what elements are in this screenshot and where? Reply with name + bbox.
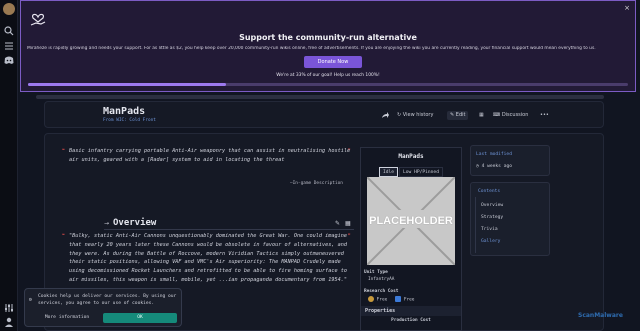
quote-open-icon: ❝ (62, 233, 65, 239)
cookie-ok-button[interactable]: OK (103, 313, 177, 323)
site-logo[interactable] (3, 3, 15, 15)
search-icon[interactable] (3, 25, 15, 37)
research-cost-values: Free Free (368, 296, 414, 303)
history-icon: ↻ (397, 112, 402, 118)
clock-icon: ◷ (476, 164, 479, 169)
toc-item-gallery[interactable]: Gallery (481, 239, 500, 244)
banner-description: Miraheze is rapidly growing and needs yo… (27, 46, 596, 51)
cookie-more-info-button[interactable]: More information (33, 313, 101, 323)
left-rail (0, 0, 18, 331)
toc-item-trivia[interactable]: Trivia (481, 227, 498, 232)
discussion-label: Discussion (501, 112, 529, 118)
placeholder-label: PLACEHOLDER (369, 215, 453, 227)
heart-hand-icon (29, 10, 47, 28)
toc-item-overview[interactable]: Overview (481, 203, 503, 208)
menu-icon[interactable] (3, 40, 15, 52)
edit-label: Edit (455, 112, 466, 118)
unit-image: PLACEHOLDER (367, 177, 455, 265)
donation-banner: × Support the community-run alternative … (20, 0, 636, 92)
blue-resource-icon (395, 296, 402, 302)
source-edit-icon[interactable]: ▦ (479, 111, 484, 120)
view-history-button[interactable]: ↻ View history (397, 111, 433, 120)
cookie-text: Cookies help us deliver our services. By… (38, 294, 177, 306)
section-divider (104, 229, 354, 230)
discussion-icon: ⌨ (493, 112, 501, 118)
collapse-arrow-icon[interactable]: → (104, 220, 109, 227)
horizontal-scrollbar[interactable] (36, 95, 604, 99)
view-history-label: View history (402, 112, 434, 118)
discussion-button[interactable]: ⌨ Discussion (493, 111, 528, 120)
research-cost-blue: Free (403, 297, 415, 303)
section-source-icon[interactable]: ▦ (345, 220, 351, 227)
last-modified-label: Last modified (476, 152, 512, 157)
goal-progress-fill (28, 83, 226, 86)
close-icon[interactable]: × (624, 4, 630, 12)
page-subtitle[interactable]: From WIC: Cold Front (103, 118, 156, 123)
more-options-icon[interactable]: ••• (540, 111, 549, 120)
cookie-notice: ⚙ Cookies help us deliver our services. … (24, 288, 182, 327)
last-modified-panel: Last modified ◷ 4 weeks ago (470, 145, 550, 176)
tab-low-hp-pinned[interactable]: Low HP/Pinned (399, 167, 443, 177)
infobox-title: ManPads (398, 153, 424, 160)
goal-text: We're at 33% of our goal! Help us reach … (276, 73, 380, 78)
unit-type-label: Unit Type (364, 270, 388, 275)
table-of-contents: Contents Overview Strategy Trivia Galler… (470, 182, 550, 256)
toc-item-strategy[interactable]: Strategy (481, 215, 503, 220)
section-heading-overview: Overview (113, 218, 157, 228)
goal-progress-bar (28, 83, 628, 86)
page-header: ManPads From WIC: Cold Front ↻ View hist… (44, 101, 604, 128)
last-modified-value: ◷ 4 weeks ago (476, 164, 512, 169)
discord-icon[interactable] (3, 54, 15, 66)
settings-icon[interactable] (3, 302, 15, 314)
watermark-logo: ScanMalware (578, 312, 623, 319)
edit-button[interactable]: ✎ Edit (447, 111, 469, 120)
research-cost-gold: Free (376, 297, 388, 303)
account-icon[interactable] (3, 316, 15, 328)
contents-label: Contents (478, 189, 501, 194)
donate-button[interactable]: Donate Now (304, 56, 362, 68)
unit-type-value: InfantryAA (368, 277, 395, 282)
production-cost-label: Production Cost (391, 318, 431, 323)
banner-heading: Support the community-run alternative (239, 33, 417, 42)
research-cost-label: Research Cost (364, 289, 399, 294)
page-title: ManPads (103, 106, 146, 117)
quote-open-icon: ❝ (62, 148, 65, 154)
intro-quote: Basic infantry carrying portable Anti-Ai… (69, 148, 351, 163)
properties-header[interactable]: Properties (361, 306, 461, 316)
cookie-icon: ⚙ (29, 297, 33, 303)
gold-coin-icon (368, 296, 374, 302)
tab-idle[interactable]: Idle (379, 167, 399, 177)
pencil-icon: ✎ (450, 112, 455, 118)
share-icon[interactable] (381, 111, 389, 120)
section-edit-icon[interactable]: ✎ (335, 220, 340, 227)
last-modified-time: 4 weeks ago (481, 164, 512, 169)
quote-caption: —In-game Description (290, 181, 343, 186)
